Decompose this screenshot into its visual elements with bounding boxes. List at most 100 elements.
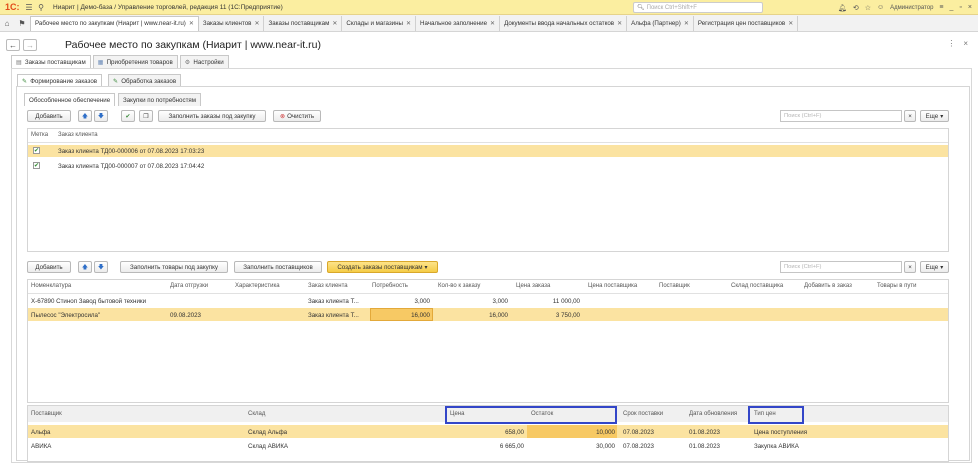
chevron-down-icon: ▾ xyxy=(940,112,944,120)
close-tab-icon[interactable]: ✕ xyxy=(684,20,689,27)
table-cell: 16,000 xyxy=(489,312,508,319)
table-cell: Заказ клиента ТД00-000007 от 07.08.2023 … xyxy=(58,163,205,170)
table-cell: Склад АВИКА xyxy=(248,443,289,450)
tab-label: Документы ввода начальных остатков xyxy=(504,19,615,27)
table-cell: Закупка АВИКА xyxy=(754,443,799,450)
col-add-to-order: Добавить в заказ xyxy=(804,283,852,289)
form-icon: ✎ xyxy=(22,77,28,85)
move-up-button[interactable]: 🡅 xyxy=(78,261,92,273)
close-tab-icon[interactable]: ✕ xyxy=(617,20,622,27)
table-cell: Альфа xyxy=(31,429,51,436)
clear-button[interactable]: ⊗ Очистить xyxy=(273,110,321,122)
tab-initial-balances[interactable]: Документы ввода начальных остатков ✕ xyxy=(500,15,628,31)
back-button[interactable]: ← xyxy=(6,39,20,51)
bell-icon[interactable]: 🔔︎ xyxy=(838,4,847,12)
tab-price-registration[interactable]: Регистрация цен поставщиков ✕ xyxy=(694,15,799,31)
row-checkbox[interactable]: ✔ xyxy=(33,162,40,169)
col-in-transit: Товары в пути xyxy=(877,283,917,289)
tab-supplier-orders[interactable]: Заказы поставщикам ✕ xyxy=(264,15,343,31)
tab-customer-orders[interactable]: Заказы клиентов ✕ xyxy=(199,15,265,31)
row-checkbox[interactable]: ✔ xyxy=(33,147,40,154)
add-goods-button[interactable]: Добавить xyxy=(27,261,71,273)
move-down-button[interactable]: 🡇 xyxy=(94,261,108,273)
goods-search-input[interactable]: Поиск (Ctrl+F) xyxy=(780,261,902,273)
global-search-input[interactable]: 🔍︎ Поиск Ctrl+Shift+F xyxy=(633,2,763,13)
1c-logo: 1С: xyxy=(5,2,20,12)
tab-supplier-orders-form[interactable]: ▤ Заказы поставщикам xyxy=(11,55,91,68)
gear-icon: ⚙ xyxy=(184,58,191,66)
move-up-button[interactable]: 🡅 xyxy=(78,110,92,122)
col-warehouse: Склад xyxy=(248,411,266,417)
tab-workplace[interactable]: Рабочее место по закупкам (Ниарит | www.… xyxy=(30,15,199,31)
more-button[interactable]: Еще ▾ xyxy=(920,261,949,273)
settings-icon[interactable]: ≡ xyxy=(939,4,943,11)
add-order-button[interactable]: Добавить xyxy=(27,110,71,122)
create-supplier-orders-button[interactable]: Создать заказы поставщикам ▾ xyxy=(327,261,438,273)
more-vert-icon[interactable]: ⋮ xyxy=(947,39,955,48)
table-cell: Пылесос "Электросила" xyxy=(31,312,101,319)
col-supplier-warehouse: Склад поставщика xyxy=(731,283,784,289)
copy-button[interactable]: ❐ xyxy=(139,110,153,122)
table-cell: Заказ клиента Т... xyxy=(308,298,359,305)
home-icon[interactable]: ⌂ xyxy=(0,19,14,28)
maximize-icon[interactable]: ▫ xyxy=(959,4,961,11)
table-cell: Заказ клиента ТД00-000006 от 07.08.2023 … xyxy=(58,148,205,155)
close-form-icon[interactable]: × xyxy=(963,39,968,48)
history-icon[interactable]: ⟲ xyxy=(853,4,859,12)
col-item: Номенклатура xyxy=(31,283,72,289)
search-clear-button[interactable]: × xyxy=(904,110,916,122)
tab-label: Закупки по потребностям xyxy=(123,96,197,104)
search-icon: 🔍︎ xyxy=(637,5,645,11)
close-tab-icon[interactable]: ✕ xyxy=(490,20,495,27)
orders-search-input[interactable]: Поиск (Ctrl+F) xyxy=(780,110,902,122)
close-tab-icon[interactable]: ✕ xyxy=(406,20,411,27)
tab-alfa-partner[interactable]: Альфа (Партнер) ✕ xyxy=(627,15,694,31)
clear-icon: ⊗ xyxy=(279,112,286,120)
tab-label: Альфа (Партнер) xyxy=(631,19,681,27)
create-orders-label: Создать заказы поставщикам xyxy=(337,263,423,271)
col-supplier: Поставщик xyxy=(31,411,62,417)
table-cell: 3,000 xyxy=(492,298,508,305)
user-icon[interactable]: ☺ xyxy=(877,4,884,11)
col-update-date: Дата обновления xyxy=(689,411,738,417)
minimize-icon[interactable]: _ xyxy=(950,4,954,11)
close-tab-icon[interactable]: ✕ xyxy=(189,20,194,27)
app-title: Ниарит | Демо-база / Управление торговле… xyxy=(53,3,283,11)
tab-initial-fill[interactable]: Начальное заполнение ✕ xyxy=(416,15,501,31)
close-tab-icon[interactable]: ✕ xyxy=(788,20,793,27)
col-supplier-price: Цена поставщика xyxy=(588,283,638,289)
table-cell: 09.08.2023 xyxy=(170,312,201,319)
tab-purchases-by-needs[interactable]: Закупки по потребностям xyxy=(118,93,202,106)
search-clear-button[interactable]: × xyxy=(904,261,916,273)
col-customer-order: Заказ клиента xyxy=(308,283,348,289)
tab-label: Обработка заказов xyxy=(121,77,177,85)
tab-separate-supply[interactable]: Обособленное обеспечение xyxy=(24,93,116,106)
pin-tab-icon[interactable]: ⚑ xyxy=(14,19,30,28)
tab-warehouses[interactable]: Склады и магазины ✕ xyxy=(342,15,417,31)
more-button[interactable]: Еще ▾ xyxy=(920,110,949,122)
fill-suppliers-button[interactable]: Заполнить поставщиков xyxy=(234,261,322,273)
tab-label: Заказы поставщикам xyxy=(268,19,330,27)
fill-goods-button[interactable]: Заполнить товары под закупку xyxy=(120,261,228,273)
table-cell: 01.08.2023 xyxy=(689,429,720,436)
tab-label: Начальное заполнение xyxy=(420,19,488,27)
pin-icon[interactable]: ⚲ xyxy=(35,3,47,12)
menu-icon[interactable]: ☰ xyxy=(23,3,35,12)
col-mark: Метка xyxy=(31,132,49,138)
check-all-button[interactable]: ✔ xyxy=(121,110,135,122)
tab-label: Заказы клиентов xyxy=(202,19,252,27)
close-window-icon[interactable]: × xyxy=(968,4,972,11)
star-icon[interactable]: ☆ xyxy=(865,4,871,12)
close-tab-icon[interactable]: ✕ xyxy=(254,20,259,27)
goods-icon: ▦ xyxy=(97,58,104,66)
tab-settings[interactable]: ⚙ Настройки xyxy=(179,55,229,68)
tab-purchases[interactable]: ▦ Приобретения товаров xyxy=(92,55,178,68)
move-down-button[interactable]: 🡇 xyxy=(94,110,108,122)
table-cell: 10,000 xyxy=(596,429,615,436)
close-tab-icon[interactable]: ✕ xyxy=(332,20,337,27)
global-search-placeholder: Поиск Ctrl+Shift+F xyxy=(646,4,697,11)
forward-button[interactable]: → xyxy=(23,39,37,51)
user-name[interactable]: Администратор xyxy=(890,5,933,11)
fill-orders-button[interactable]: Заполнить заказы под закупку xyxy=(158,110,266,122)
chevron-down-icon: ▾ xyxy=(424,263,428,271)
